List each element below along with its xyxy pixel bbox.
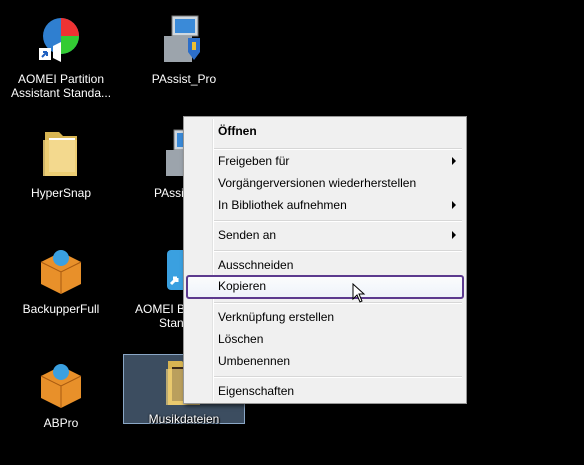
desktop-icon-label: AOMEI Partition <box>17 72 105 86</box>
submenu-arrow-icon <box>452 157 456 165</box>
desktop-icon-label: Assistant Standa... <box>10 86 112 100</box>
menu-item-open[interactable]: Öffnen <box>186 120 464 142</box>
menu-separator <box>214 302 462 304</box>
desktop-icon-passist-pro[interactable]: PAssist_Pro <box>125 14 243 86</box>
menu-item-rename[interactable]: Umbenennen <box>186 350 464 372</box>
desktop-icon-label: BackupperFull <box>22 302 100 316</box>
desktop-icon-aomei-partition[interactable]: AOMEI Partition Assistant Standa... <box>2 14 120 100</box>
desktop-icon-label: ABPro <box>43 416 79 430</box>
context-menu: Öffnen Freigeben für Vorgängerversionen … <box>183 116 467 404</box>
menu-separator <box>214 250 462 252</box>
menu-item-previous-versions[interactable]: Vorgängerversionen wiederherstellen <box>186 172 464 194</box>
submenu-arrow-icon <box>452 201 456 209</box>
aomei-partition-icon <box>39 18 79 62</box>
menu-item-share[interactable]: Freigeben für <box>186 150 464 172</box>
menu-item-send-to[interactable]: Senden an <box>186 224 464 246</box>
menu-separator <box>214 220 462 222</box>
menu-item-label: Freigeben für <box>218 154 290 168</box>
desktop-icon-hypersnap[interactable]: HyperSnap <box>2 128 120 200</box>
mouse-cursor-icon <box>352 283 366 303</box>
menu-separator <box>214 376 462 378</box>
menu-item-label: Senden an <box>218 228 277 242</box>
menu-item-delete[interactable]: Löschen <box>186 328 464 350</box>
desktop-icon-label: HyperSnap <box>30 186 92 200</box>
folder-icon <box>43 132 77 176</box>
desktop-icon-abpro[interactable]: ABPro <box>2 358 120 430</box>
desktop-icon-label: Musikdateien <box>148 412 220 426</box>
desktop-icon-label: PAssist_Pro <box>151 72 217 86</box>
package-icon <box>40 250 82 294</box>
menu-item-cut[interactable]: Ausschneiden <box>186 254 464 276</box>
desktop-icon-backupperfull[interactable]: BackupperFull <box>2 244 120 316</box>
installer-icon <box>164 15 200 62</box>
package-icon <box>40 364 82 408</box>
menu-item-label: In Bibliothek aufnehmen <box>218 198 347 212</box>
menu-item-create-shortcut[interactable]: Verknüpfung erstellen <box>186 306 464 328</box>
menu-item-copy[interactable]: Kopieren <box>186 275 464 299</box>
menu-item-include-in-library[interactable]: In Bibliothek aufnehmen <box>186 194 464 216</box>
menu-item-properties[interactable]: Eigenschaften <box>186 380 464 402</box>
submenu-arrow-icon <box>452 231 456 239</box>
